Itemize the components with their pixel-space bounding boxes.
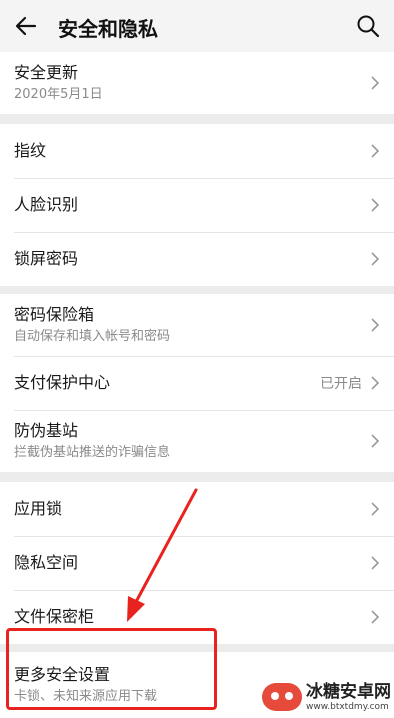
item-label: 支付保护中心 [14,373,111,392]
fingerprint-item[interactable]: 指纹 [0,124,394,178]
security-update-item[interactable]: 安全更新 2020年5月1日 [0,52,394,114]
payment-protection-item[interactable]: 支付保护中心 已开启 [0,356,394,410]
item-label: 应用锁 [14,499,63,518]
page-title: 安全和隐私 [58,17,158,41]
item-sublabel: 2020年5月1日 [14,87,103,102]
group-biometrics: 指纹 人脸识别 锁屏密码 [0,124,394,286]
chevron-right-icon [371,252,380,266]
watermark-logo-icon [262,683,302,711]
chevron-right-icon [371,318,380,332]
chevron-right-icon [371,198,380,212]
watermark-url: www.btxtdmy.com [306,701,389,712]
item-label: 人脸识别 [14,195,79,214]
item-label: 密码保险箱 [14,305,95,324]
chevron-right-icon [371,376,380,390]
chevron-right-icon [371,144,380,158]
app-header: 安全和隐私 [0,0,394,52]
item-label: 安全更新 [14,63,79,82]
item-sublabel: 拦截伪基站推送的诈骗信息 [14,445,171,460]
lock-screen-password-item[interactable]: 锁屏密码 [0,232,394,286]
watermark-name: 冰糖安卓网 [306,681,391,702]
group-security-update: 安全更新 2020年5月1日 [0,52,394,114]
password-vault-item[interactable]: 密码保险箱 自动保存和填入帐号和密码 [0,294,394,356]
watermark: 冰糖安卓网 www.btxtdmy.com [262,678,392,716]
item-sublabel: 自动保存和填入帐号和密码 [14,329,171,344]
group-protection: 密码保险箱 自动保存和填入帐号和密码 支付保护中心 已开启 防伪基站 拦截伪基站… [0,294,394,472]
group-privacy: 应用锁 隐私空间 文件保密柜 [0,482,394,644]
item-label: 指纹 [14,141,47,160]
chevron-right-icon [371,434,380,448]
chevron-right-icon [371,556,380,570]
chevron-right-icon [371,610,380,624]
item-label: 隐私空间 [14,553,79,572]
app-lock-item[interactable]: 应用锁 [0,482,394,536]
chevron-right-icon [371,76,380,90]
back-arrow-icon[interactable] [12,12,40,40]
search-icon[interactable] [354,12,382,40]
item-label: 防伪基站 [14,421,79,440]
item-label: 锁屏密码 [14,249,79,268]
face-recognition-item[interactable]: 人脸识别 [0,178,394,232]
annotation-highlight-box [6,628,217,710]
item-label: 文件保密柜 [14,607,95,626]
fake-base-station-item[interactable]: 防伪基站 拦截伪基站推送的诈骗信息 [0,410,394,472]
status-text: 已开启 [320,376,362,392]
chevron-right-icon [371,502,380,516]
private-space-item[interactable]: 隐私空间 [0,536,394,590]
